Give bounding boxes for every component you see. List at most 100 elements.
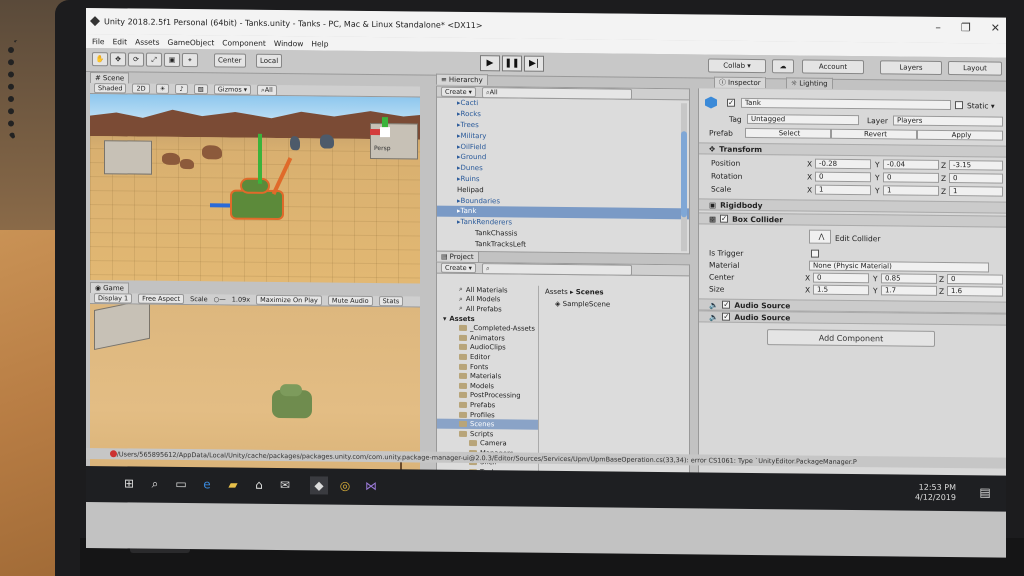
- rotation-y-field[interactable]: 0: [883, 172, 939, 183]
- edge-icon[interactable]: e: [198, 475, 216, 493]
- menu-window[interactable]: Window: [274, 38, 304, 47]
- position-x-field[interactable]: -0.28: [815, 158, 871, 170]
- edit-collider-button[interactable]: ⋀: [809, 229, 831, 244]
- static-checkbox[interactable]: [955, 101, 963, 110]
- notification-icon[interactable]: ▤: [976, 483, 994, 501]
- breadcrumb-scenes[interactable]: Scenes: [576, 288, 604, 296]
- windows-start-icon[interactable]: ⊞: [120, 474, 138, 492]
- center-x-field[interactable]: 0: [813, 272, 869, 284]
- gizmo-center[interactable]: [380, 127, 390, 138]
- rect-tool-button[interactable]: ▣: [164, 52, 180, 67]
- breadcrumb-assets[interactable]: Assets ▸: [545, 288, 574, 296]
- center-z-field[interactable]: 0: [947, 274, 1003, 285]
- audio-toggle-icon[interactable]: ♪: [175, 83, 188, 95]
- pivot-center-button[interactable]: Center: [214, 53, 246, 68]
- tab-inspector[interactable]: ⓘ Inspector: [714, 76, 766, 89]
- active-checkbox[interactable]: ✓: [727, 98, 735, 107]
- material-field[interactable]: None (Physic Material): [809, 260, 989, 273]
- project-create-button[interactable]: Create ▾: [441, 262, 476, 274]
- tab-lighting[interactable]: ☼ Lighting: [786, 77, 833, 89]
- gizmo-y-axis[interactable]: [258, 133, 262, 184]
- transform-tool-button[interactable]: ⌖: [182, 53, 198, 68]
- scene-search-input[interactable]: ⌕All: [257, 84, 277, 96]
- maximize-button[interactable]: ❐: [961, 21, 971, 34]
- prefab-apply-button[interactable]: Apply: [917, 129, 1003, 141]
- stats-toggle[interactable]: Stats: [378, 296, 404, 307]
- system-tray[interactable]: 12:53 PM 4/12/2019: [915, 483, 956, 503]
- store-icon[interactable]: ⌂: [250, 476, 268, 494]
- tab-project[interactable]: ▤ Project: [436, 250, 479, 263]
- rotation-z-field[interactable]: 0: [949, 173, 1003, 184]
- scale-y-field[interactable]: 1: [883, 185, 939, 196]
- mail-icon[interactable]: ✉: [276, 476, 294, 494]
- size-y-field[interactable]: 1.7: [881, 285, 937, 296]
- project-search-input[interactable]: ⌕: [481, 262, 632, 276]
- pause-button[interactable]: ❚❚: [502, 55, 522, 72]
- mute-audio-toggle[interactable]: Mute Audio: [327, 295, 373, 307]
- layout-button[interactable]: Layout: [948, 61, 1002, 76]
- pivot-local-button[interactable]: Local: [256, 53, 283, 69]
- scale-slider[interactable]: ○—: [214, 295, 226, 303]
- center-y-field[interactable]: 0.85: [881, 273, 937, 284]
- layer-dropdown[interactable]: Players: [893, 115, 1003, 127]
- hand-tool-button[interactable]: ✋: [92, 52, 108, 67]
- cloud-button[interactable]: ☁: [772, 59, 794, 74]
- effects-toggle-icon[interactable]: ▧: [193, 84, 208, 95]
- static-dropdown[interactable]: Static ▾: [967, 101, 995, 110]
- scale-tool-button[interactable]: ⤢: [146, 52, 162, 67]
- display-dropdown[interactable]: Display 1: [94, 293, 133, 304]
- menu-help[interactable]: Help: [311, 39, 328, 48]
- menu-gameobject[interactable]: GameObject: [168, 37, 215, 46]
- search-icon[interactable]: ⌕: [146, 475, 164, 493]
- gizmos-dropdown[interactable]: Gizmos ▾: [213, 84, 252, 95]
- menu-assets[interactable]: Assets: [135, 37, 159, 46]
- chrome-icon[interactable]: ◎: [336, 477, 354, 495]
- scene-orientation-gizmo[interactable]: Persp: [370, 117, 400, 152]
- gizmo-z-axis[interactable]: [210, 203, 230, 208]
- aspect-dropdown[interactable]: Free Aspect: [138, 293, 185, 305]
- file-explorer-icon[interactable]: ▰: [224, 475, 242, 493]
- tab-hierarchy[interactable]: ≡ Hierarchy: [436, 73, 488, 86]
- hierarchy-item[interactable]: TankTracksLeft: [437, 238, 689, 251]
- add-component-button[interactable]: Add Component: [767, 329, 935, 347]
- size-x-field[interactable]: 1.5: [813, 284, 869, 296]
- task-view-icon[interactable]: ▭: [172, 475, 190, 493]
- scene-tank-selected[interactable]: [230, 189, 284, 221]
- close-button[interactable]: ✕: [991, 21, 1000, 34]
- tab-scene[interactable]: # Scene: [90, 72, 130, 84]
- transform-header[interactable]: ✥ Transform: [699, 142, 1006, 158]
- asset-item-scene[interactable]: ◈ SampleScene: [541, 298, 689, 312]
- tag-dropdown[interactable]: Untagged: [747, 113, 859, 126]
- audio-source-2-checkbox[interactable]: ✓: [722, 312, 731, 321]
- rigidbody-header[interactable]: ▣ Rigidbody: [699, 198, 1006, 214]
- object-name-field[interactable]: Tank: [741, 97, 951, 111]
- is-trigger-checkbox[interactable]: [811, 249, 819, 258]
- rotation-x-field[interactable]: 0: [815, 171, 871, 183]
- minimize-button[interactable]: –: [935, 21, 941, 34]
- unity-taskbar-icon[interactable]: ◆: [310, 476, 328, 495]
- hierarchy-search-input[interactable]: ⌕All: [481, 86, 632, 100]
- audio-source-1-checkbox[interactable]: ✓: [722, 300, 731, 309]
- prefab-select-button[interactable]: Select: [745, 127, 831, 139]
- prefab-revert-button[interactable]: Revert: [831, 128, 917, 140]
- position-y-field[interactable]: -0.04: [883, 159, 939, 170]
- tab-game[interactable]: ◉ Game: [90, 282, 129, 294]
- size-z-field[interactable]: 1.6: [947, 286, 1003, 297]
- audio-source-header-2[interactable]: 🔈 ✓ Audio Source: [699, 310, 1006, 326]
- step-button[interactable]: ▶|: [524, 55, 544, 72]
- layers-button[interactable]: Layers: [880, 60, 942, 75]
- play-button[interactable]: ▶: [480, 55, 500, 72]
- menu-component[interactable]: Component: [222, 38, 266, 47]
- maximize-on-play-toggle[interactable]: Maximize On Play: [256, 294, 322, 306]
- hierarchy-scroll-thumb[interactable]: [681, 131, 687, 218]
- lighting-toggle-icon[interactable]: ☀: [155, 83, 170, 94]
- shading-dropdown[interactable]: Shaded: [94, 83, 127, 94]
- move-tool-button[interactable]: ✥: [110, 52, 126, 67]
- scale-z-field[interactable]: 1: [949, 186, 1003, 197]
- visual-studio-icon[interactable]: ⋈: [362, 477, 380, 495]
- box-collider-header[interactable]: ▩ ✓ Box Collider: [699, 212, 1006, 228]
- menu-file[interactable]: File: [92, 37, 105, 46]
- menu-edit[interactable]: Edit: [113, 37, 128, 46]
- hierarchy-scrollbar[interactable]: [681, 103, 687, 252]
- position-z-field[interactable]: -3.15: [949, 160, 1003, 171]
